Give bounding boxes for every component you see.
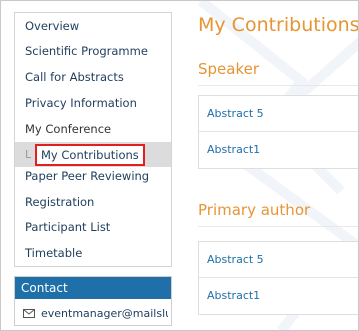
contact-box: Contact eventmanager@mailslur...	[14, 276, 172, 326]
sidebar-item-timetable[interactable]: Timetable	[15, 241, 171, 266]
section-divider	[198, 226, 358, 227]
sidebar-item-label-active[interactable]: My Contributions	[35, 144, 145, 166]
sidebar-nav: Overview Scientific Programme Call for A…	[14, 12, 172, 267]
page-frame: Overview Scientific Programme Call for A…	[0, 0, 359, 331]
contribution-link[interactable]: Abstract1	[199, 132, 358, 168]
sidebar-item-call-for-abstracts[interactable]: Call for Abstracts	[15, 65, 171, 90]
sidebar-item-participant-list[interactable]: Participant List	[15, 215, 171, 240]
contribution-link[interactable]: Abstract 5	[199, 96, 358, 132]
section-title-speaker: Speaker	[198, 60, 260, 78]
mail-icon	[23, 308, 35, 318]
sidebar-item-overview[interactable]: Overview	[15, 14, 171, 39]
section-title-primary-author: Primary author	[198, 201, 311, 219]
contact-email[interactable]: eventmanager@mailslur...	[41, 307, 168, 320]
section-divider	[198, 85, 358, 86]
sidebar-item-my-conference[interactable]: My Conference	[15, 117, 171, 142]
contribution-link[interactable]: Abstract1	[199, 278, 358, 314]
primary-author-contribution-list: Abstract 5 Abstract1	[198, 241, 358, 315]
speaker-contribution-list: Abstract 5 Abstract1	[198, 95, 358, 169]
sidebar-item-privacy-information[interactable]: Privacy Information	[15, 91, 171, 116]
page-title: My Contributions	[198, 14, 359, 36]
sidebar-item-scientific-programme[interactable]: Scientific Programme	[15, 39, 171, 64]
contact-email-link[interactable]: eventmanager@mailslur...	[23, 304, 168, 322]
contact-header: Contact	[15, 277, 171, 299]
sidebar-item-paper-peer-reviewing[interactable]: Paper Peer Reviewing	[15, 164, 171, 189]
sidebar-item-registration[interactable]: Registration	[15, 190, 171, 215]
contribution-link[interactable]: Abstract 5	[199, 242, 358, 278]
